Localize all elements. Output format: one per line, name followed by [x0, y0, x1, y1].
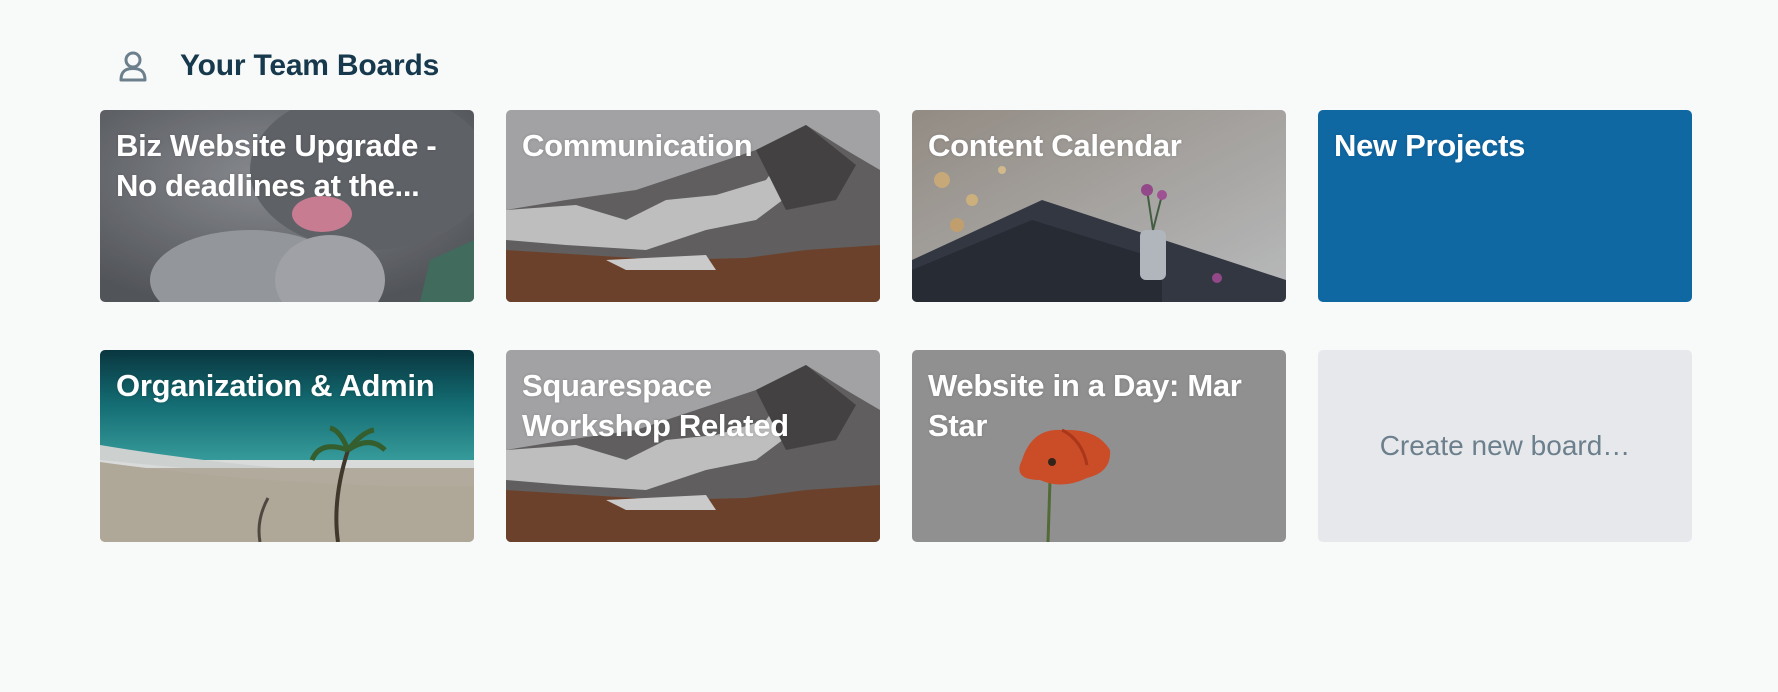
board-title: Squarespace Workshop Related	[522, 368, 789, 443]
board-title: Communication	[522, 128, 753, 163]
board-title: New Projects	[1334, 128, 1526, 163]
board-tile-communication[interactable]: Communication	[506, 110, 880, 302]
board-tile-squarespace-workshop[interactable]: Squarespace Workshop Related	[506, 350, 880, 542]
board-title: Organization & Admin	[116, 368, 435, 403]
section-title: Your Team Boards	[180, 49, 440, 82]
board-tile-new-projects[interactable]: New Projects	[1318, 110, 1692, 302]
board-title: Website in a Day: Mar Star	[928, 368, 1242, 443]
create-new-board-label: Create new board…	[1379, 430, 1631, 461]
team-boards-section: Your Team Boards Biz Website Upgrade - N…	[0, 0, 1778, 692]
create-new-board-tile[interactable]: Create new board…	[1318, 350, 1692, 542]
board-tile-organization-admin[interactable]: Organization & Admin	[100, 350, 474, 542]
board-title: Biz Website Upgrade - No deadlines at th…	[116, 128, 437, 203]
board-tile-website-in-a-day[interactable]: Website in a Day: Mar Star	[912, 350, 1286, 542]
person-icon	[118, 50, 148, 82]
section-header: Your Team Boards	[118, 46, 439, 86]
board-tile-biz-website-upgrade[interactable]: Biz Website Upgrade - No deadlines at th…	[100, 110, 474, 302]
board-tile-content-calendar[interactable]: Content Calendar	[912, 110, 1286, 302]
board-title: Content Calendar	[928, 128, 1182, 163]
